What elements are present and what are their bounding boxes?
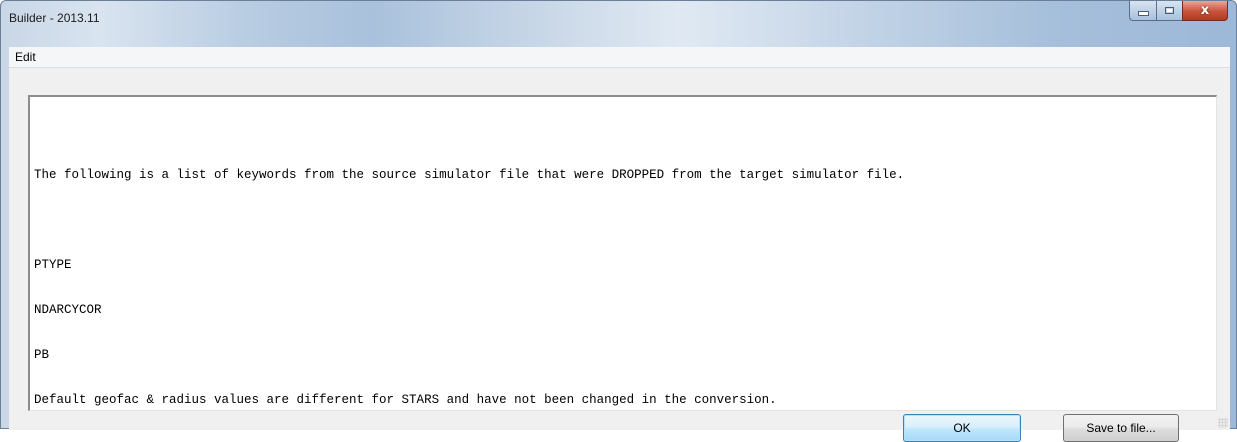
maximize-button[interactable] — [1156, 1, 1182, 21]
dialog-client-area: Edit The following is a list of keywords… — [9, 47, 1230, 442]
close-icon: x — [1200, 3, 1210, 18]
maximize-icon — [1165, 7, 1174, 14]
message-line: PTYPE — [34, 258, 72, 272]
minimize-button[interactable] — [1129, 1, 1156, 21]
message-line: The following is a list of keywords from… — [34, 168, 905, 182]
menu-bar: Edit — [9, 47, 1230, 68]
message-line: PB — [34, 348, 50, 362]
message-line — [34, 213, 1216, 228]
message-text-area[interactable]: The following is a list of keywords from… — [28, 95, 1217, 411]
menu-item-edit[interactable]: Edit — [11, 50, 40, 64]
title-bar[interactable]: Builder - 2013.11 x — [1, 1, 1236, 47]
close-button[interactable]: x — [1182, 1, 1228, 21]
caption-buttons: x — [1129, 1, 1228, 21]
minimize-icon — [1137, 11, 1149, 16]
message-line: Default geofac & radius values are diffe… — [34, 393, 777, 407]
resize-grip[interactable] — [1218, 418, 1228, 428]
window-title: Builder - 2013.11 — [9, 11, 100, 25]
save-to-file-button[interactable]: Save to file... — [1063, 414, 1179, 442]
ok-button[interactable]: OK — [903, 414, 1021, 442]
message-line: NDARCYCOR — [34, 303, 102, 317]
builder-window: Builder - 2013.11 x Edit The following i… — [0, 0, 1237, 442]
